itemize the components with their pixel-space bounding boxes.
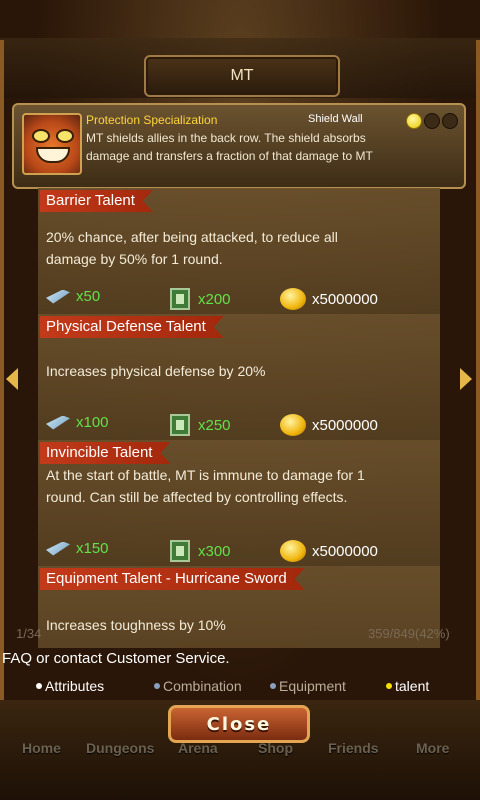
tab-bullet-icon [386, 683, 392, 689]
book-cost: x300 [170, 540, 231, 562]
talent-card[interactable]: Physical Defense Talent Increases physic… [38, 314, 440, 440]
feather-icon [46, 415, 70, 430]
tab-bullet-icon [270, 683, 276, 689]
tab-talent[interactable]: talent [386, 678, 429, 694]
book-cost: x200 [170, 288, 231, 310]
pager-text: 1/34 [16, 626, 42, 641]
talent-description: Increases physical defense by 20% [46, 363, 266, 379]
skill-book-icon [170, 288, 190, 310]
talent-card[interactable]: Barrier Talent 20% chance, after being a… [38, 188, 440, 314]
hero-tabs: Attributes Combination Equipment talent [0, 678, 480, 700]
talent-costs: x150 x300 x5000000 [46, 540, 440, 562]
gold-coin-icon [280, 540, 306, 562]
talent-description: 20% chance, after being attacked, to red… [46, 229, 338, 267]
tab-bullet-icon [36, 683, 42, 689]
talent-title: Barrier Talent [40, 190, 153, 212]
gold-cost: x5000000 [280, 414, 378, 436]
talent-description: At the start of battle, MT is immune to … [46, 467, 365, 505]
gold-coin-icon [280, 414, 306, 436]
talent-description: Increases toughness by 10% [46, 617, 226, 633]
book-cost: x250 [170, 414, 231, 436]
next-arrow-icon[interactable] [460, 368, 472, 390]
avatar-mouth [36, 147, 70, 163]
level-dot-icon [424, 113, 440, 129]
talent-card[interactable]: Invincible Talent At the start of battle… [38, 440, 440, 566]
tab-equipment[interactable]: Equipment [270, 678, 346, 694]
gold-coin-icon [280, 288, 306, 310]
skill-description: MT shields allies in the back row. The s… [86, 131, 373, 163]
progress-text: 359/849(42%) [368, 626, 450, 641]
talent-title: Physical Defense Talent [40, 316, 224, 338]
skill-name: Protection Specialization [86, 113, 218, 127]
feather-icon [46, 541, 70, 556]
talent-title: Invincible Talent [40, 442, 170, 464]
avatar-eye-left [32, 129, 50, 143]
skill-level-dots [406, 113, 458, 129]
nav-friends: Friends [328, 740, 379, 756]
tab-combination[interactable]: Combination [154, 678, 242, 694]
hero-skill-card: Protection Specialization Shield Wall MT… [12, 103, 466, 189]
skill-book-icon [170, 540, 190, 562]
feather-cost: x100 [46, 414, 109, 431]
level-dot-icon [442, 113, 458, 129]
skill-book-icon [170, 414, 190, 436]
talent-costs: x100 x250 x5000000 [46, 414, 440, 436]
faq-link[interactable]: FAQ or contact Customer Service. [2, 650, 230, 667]
feather-cost: x50 [46, 288, 100, 305]
prev-arrow-icon[interactable] [6, 368, 18, 390]
dialog-title: MT [144, 55, 340, 97]
talent-title: Equipment Talent - Hurricane Sword [40, 568, 305, 590]
nav-more: More [416, 740, 450, 756]
talent-list[interactable]: Barrier Talent 20% chance, after being a… [38, 188, 440, 648]
talent-costs: x50 x200 x5000000 [46, 288, 440, 310]
nav-home: Home [22, 740, 61, 756]
feather-icon [46, 289, 70, 304]
tab-attributes[interactable]: Attributes [36, 678, 104, 694]
level-dot-icon [406, 113, 422, 129]
nav-dungeons: Dungeons [86, 740, 155, 756]
hero-avatar [22, 113, 82, 175]
feather-cost: x150 [46, 540, 109, 557]
gold-cost: x5000000 [280, 288, 378, 310]
gold-cost: x5000000 [280, 540, 378, 562]
avatar-eye-right [56, 129, 74, 143]
close-button[interactable]: Close [168, 705, 310, 743]
tab-bullet-icon [154, 683, 160, 689]
skill-type: Shield Wall [308, 113, 363, 125]
